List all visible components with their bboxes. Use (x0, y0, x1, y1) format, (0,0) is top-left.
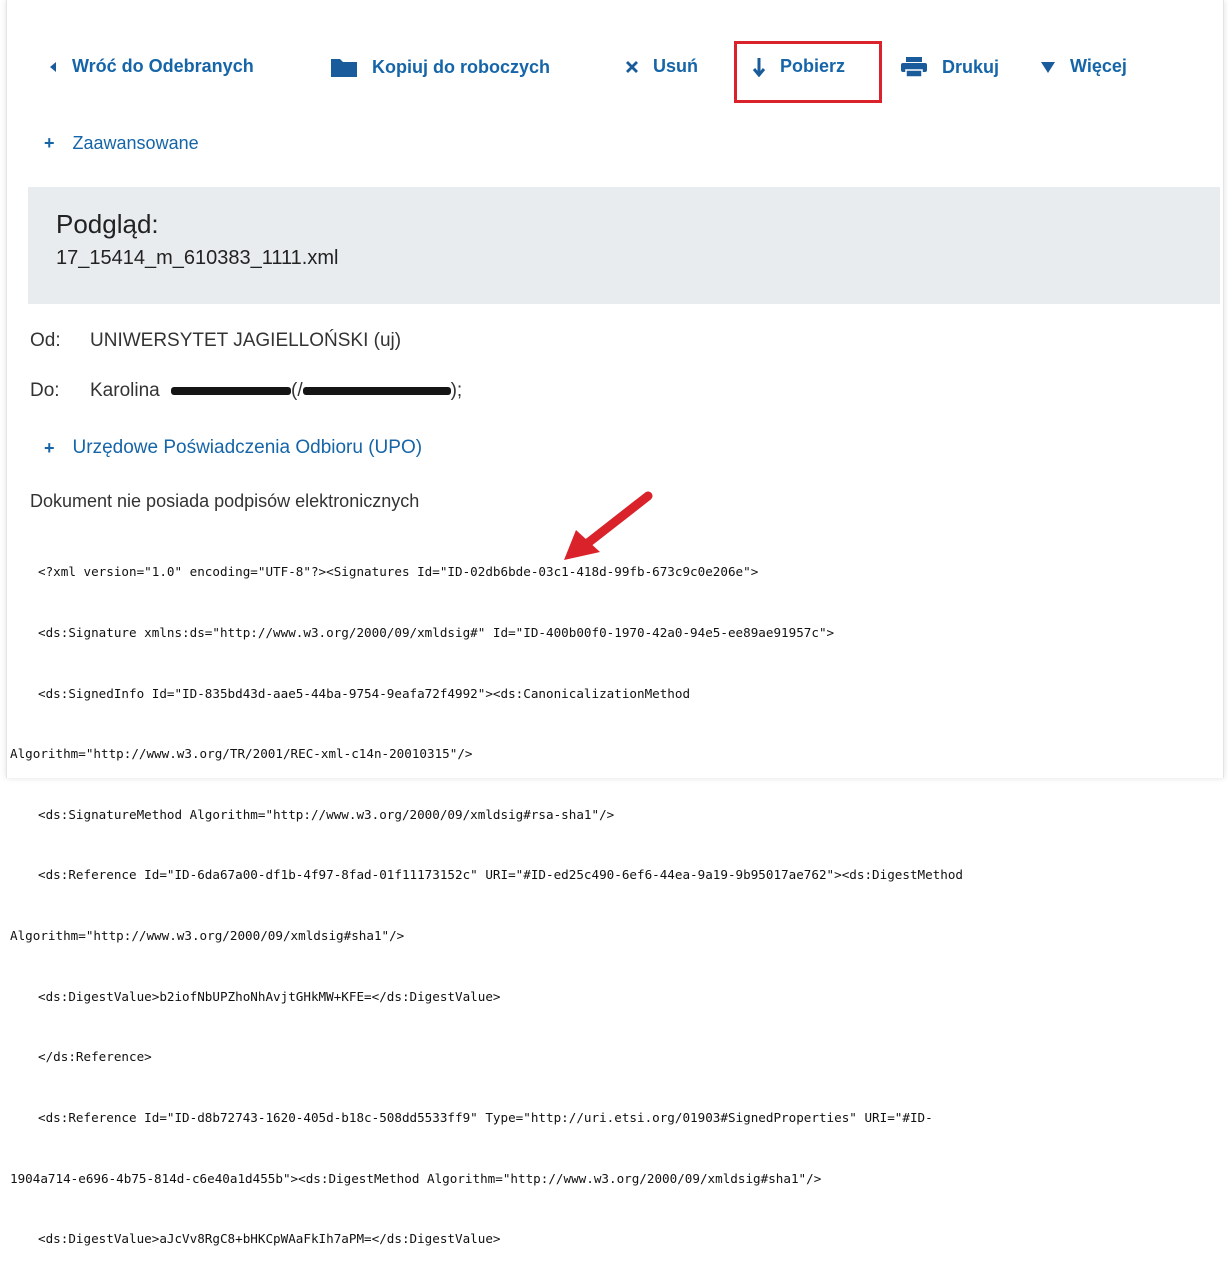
xml-line: 1904a714-e696-4b75-814d-c6e40a1d455b"><d… (10, 1170, 822, 1186)
recipient-close: ); (450, 380, 463, 401)
redacted-surname (171, 386, 291, 395)
preview-title: Podgląd: (56, 209, 159, 239)
recipient-open-paren: (/ (291, 380, 303, 401)
xml-line: <ds:DigestValue>b2iofNbUPZhoNhAvjtGHkMW+… (38, 988, 501, 1004)
xml-content: <?xml version="1.0" encoding="UTF-8"?><S… (10, 522, 1218, 1270)
print-label: Drukuj (942, 56, 1000, 77)
xml-line: Algorithm="http://www.w3.org/TR/2001/REC… (10, 746, 473, 762)
xml-line: <ds:DigestValue>aJcVv8RgC8+bHKCpWAaFkIh7… (38, 1231, 501, 1247)
close-icon (625, 60, 639, 74)
folder-icon (330, 56, 358, 78)
recipient-label: Do: (30, 380, 60, 401)
preview-filename: 17_15414_m_610383_1111.xml (56, 247, 339, 269)
preview-header: Podgląd: 17_15414_m_610383_1111.xml (28, 187, 1220, 304)
sender-row: Od: UNIWERSYTET JAGIELLOŃSKI (uj) (30, 330, 401, 352)
xml-line: <ds:SignatureMethod Algorithm="http://ww… (38, 806, 615, 822)
recipient-row: Do: Karolina (/); (30, 380, 462, 402)
xml-line: <ds:SignedInfo Id="ID-835bd43d-aae5-44ba… (38, 685, 691, 701)
more-label: Więcej (1070, 56, 1127, 76)
red-arrow-annotation (564, 491, 653, 560)
recipient-name: Karolina (90, 380, 160, 401)
xml-line: <ds:Signature xmlns:ds="http://www.w3.or… (38, 625, 835, 641)
more-button[interactable]: Więcej (1040, 56, 1127, 77)
plus-icon: + (44, 437, 55, 458)
back-to-inbox-button[interactable]: Wróć do Odebranych (48, 56, 254, 77)
redacted-address (302, 386, 451, 395)
sender-label: Od: (30, 330, 61, 351)
download-highlight-box (734, 41, 882, 103)
advanced-label: Zaawansowane (72, 133, 199, 153)
upo-toggle[interactable]: + Urzędowe Poświadczenia Odbioru (UPO) (44, 437, 422, 459)
xml-line: Algorithm="http://www.w3.org/2000/09/xml… (10, 928, 405, 944)
printer-icon (900, 56, 928, 78)
sender-value: UNIWERSYTET JAGIELLOŃSKI (uj) (90, 330, 402, 351)
print-button[interactable]: Drukuj (900, 56, 999, 78)
caret-left-icon (48, 61, 58, 73)
caret-down-icon (1040, 60, 1056, 74)
xml-line: </ds:Reference> (38, 1049, 152, 1065)
xml-line: <ds:Reference Id="ID-6da67a00-df1b-4f97-… (38, 867, 964, 883)
delete-button[interactable]: Usuń (625, 56, 698, 77)
delete-label: Usuń (653, 56, 698, 76)
xml-line: <ds:Reference Id="ID-d8b72743-1620-405d-… (38, 1109, 933, 1125)
no-signatures-notice: Dokument nie posiada podpisów elektronic… (30, 491, 420, 511)
copy-to-drafts-button[interactable]: Kopiuj do roboczych (330, 56, 550, 78)
back-to-inbox-label: Wróć do Odebranych (72, 56, 254, 76)
message-toolbar: Wróć do Odebranych Kopiuj do roboczych U… (40, 52, 1160, 92)
advanced-toggle[interactable]: + Zaawansowane (44, 133, 199, 154)
plus-icon: + (44, 133, 55, 153)
upo-label: Urzędowe Poświadczenia Odbioru (UPO) (72, 437, 423, 458)
copy-to-drafts-label: Kopiuj do roboczych (372, 56, 550, 77)
